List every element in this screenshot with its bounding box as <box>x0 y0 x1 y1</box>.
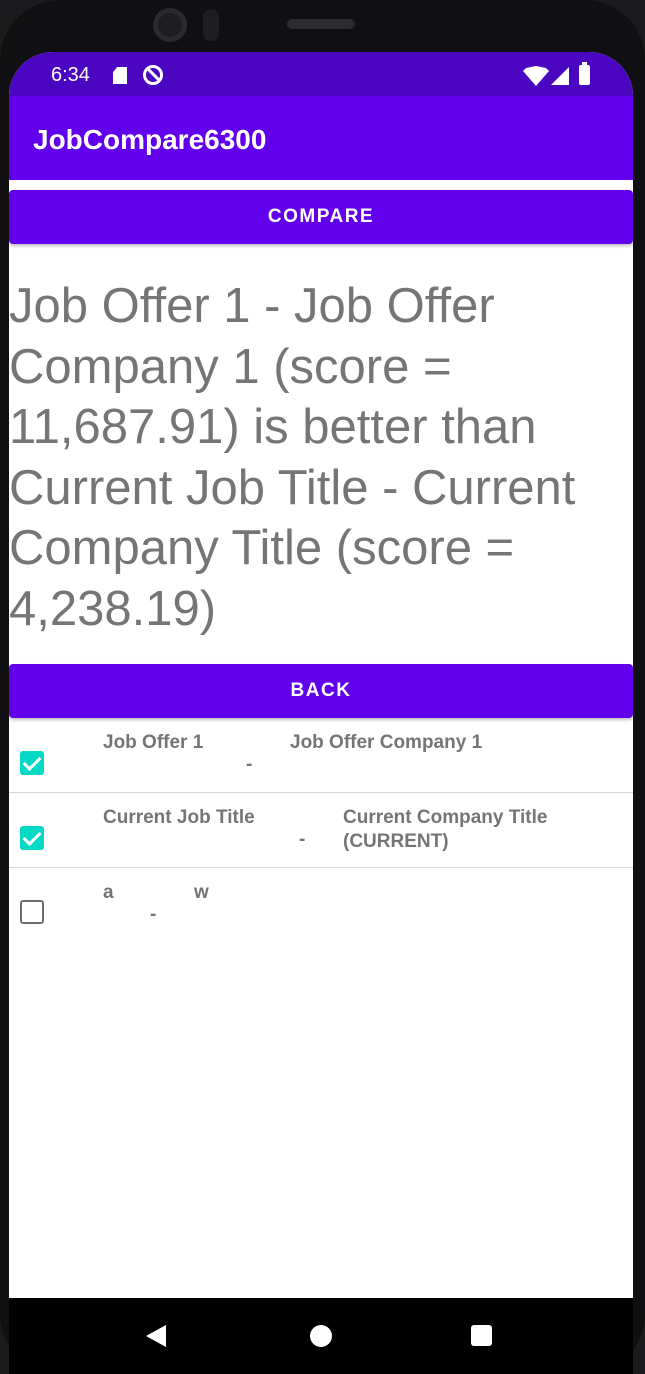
job-checkbox[interactable] <box>20 900 44 924</box>
recents-icon[interactable] <box>471 1325 492 1346</box>
status-time: 6:34 <box>51 64 90 86</box>
signal-icon <box>551 67 569 85</box>
job-list-item[interactable]: Current Job Title - Current Company Titl… <box>9 793 633 868</box>
battery-icon <box>579 62 590 85</box>
job-separator: - <box>150 904 157 925</box>
home-icon[interactable] <box>310 1325 332 1347</box>
sd-card-icon <box>113 67 127 84</box>
compare-button[interactable]: COMPARE <box>9 190 633 244</box>
app-bar: JobCompare6300 <box>9 96 633 180</box>
wifi-icon <box>523 66 549 86</box>
app-title: JobCompare6300 <box>33 124 267 155</box>
app-screen: 6:34 JobCompare6300 COMPARE Job Offer 1 … <box>9 52 633 1348</box>
job-title: Current Job Title <box>103 807 255 828</box>
front-camera <box>153 8 187 42</box>
job-company: Job Offer Company 1 <box>290 732 483 753</box>
job-company: w <box>194 882 209 903</box>
job-company: Current Company Title (CURRENT) <box>343 807 548 852</box>
status-bar: 6:34 <box>9 52 633 96</box>
job-separator: - <box>299 829 306 850</box>
back-icon[interactable] <box>146 1325 166 1347</box>
job-separator: - <box>246 754 253 775</box>
job-title: a <box>103 882 114 903</box>
comparison-result: Job Offer 1 - Job Offer Company 1 (score… <box>9 279 576 636</box>
proximity-sensor <box>203 9 219 41</box>
job-checkbox[interactable] <box>20 826 44 850</box>
job-list-item[interactable]: Job Offer 1 - Job Offer Company 1 <box>9 718 633 793</box>
do-not-disturb-icon <box>143 65 163 85</box>
job-title: Job Offer 1 <box>103 732 204 753</box>
back-button[interactable]: BACK <box>9 664 633 718</box>
navigation-bar <box>9 1298 633 1374</box>
earpiece-speaker <box>287 19 355 29</box>
job-list-item[interactable]: a - w <box>9 868 633 942</box>
job-checkbox[interactable] <box>20 751 44 775</box>
